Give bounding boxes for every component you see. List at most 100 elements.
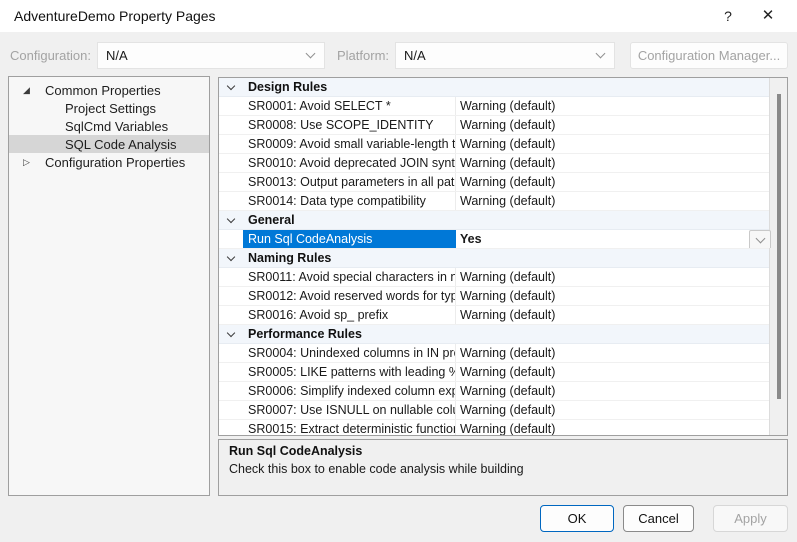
tree-item-label: Configuration Properties <box>45 155 185 170</box>
tree-expanded-icon[interactable]: ◢ <box>23 81 45 99</box>
property-name: SR0004: Unindexed columns in IN predic <box>243 344 456 362</box>
scrollbar-thumb[interactable] <box>777 94 781 399</box>
property-row-sr0011-avoid-special-characters-in-nam[interactable]: SR0011: Avoid special characters in namW… <box>219 268 771 287</box>
property-pages-dialog: AdventureDemo Property Pages ? ✕ Configu… <box>0 0 797 542</box>
property-value[interactable]: Warning (default) <box>456 344 771 362</box>
section-label: Design Rules <box>243 78 771 96</box>
property-row-run-sql-codeanalysis[interactable]: Run Sql CodeAnalysisYes <box>219 230 771 249</box>
property-value[interactable]: Warning (default) <box>456 420 771 436</box>
section-row-performance-rules[interactable]: Performance Rules <box>219 325 771 344</box>
window-title: AdventureDemo Property Pages <box>14 0 216 32</box>
property-row-sr0013-output-parameters-in-all-paths[interactable]: SR0013: Output parameters in all pathsWa… <box>219 173 771 192</box>
tree-item-label: Project Settings <box>65 101 156 116</box>
row-gutter <box>219 401 243 419</box>
property-value[interactable]: Warning (default) <box>456 287 771 305</box>
property-name: SR0011: Avoid special characters in nam <box>243 268 456 286</box>
property-name: SR0009: Avoid small variable-length typ <box>243 135 456 153</box>
description-text: Check this box to enable code analysis w… <box>229 462 777 476</box>
property-row-sr0009-avoid-small-variable-length-typ[interactable]: SR0009: Avoid small variable-length typW… <box>219 135 771 154</box>
platform-dropdown[interactable]: N/A <box>395 42 615 69</box>
section-label: General <box>243 211 771 229</box>
tree-item-configuration-properties[interactable]: ▷Configuration Properties <box>9 153 209 171</box>
chevron-down-icon <box>306 48 316 58</box>
property-value[interactable]: Warning (default) <box>456 268 771 286</box>
tree-item-sqlcmd-variables[interactable]: SqlCmd Variables <box>9 117 209 135</box>
property-value[interactable]: Warning (default) <box>456 135 771 153</box>
chevron-down-icon[interactable] <box>227 82 235 90</box>
row-gutter <box>219 116 243 134</box>
property-name: SR0012: Avoid reserved words for type n <box>243 287 456 305</box>
platform-label: Platform: <box>337 42 389 69</box>
property-name: SR0001: Avoid SELECT * <box>243 97 456 115</box>
section-row-naming-rules[interactable]: Naming Rules <box>219 249 771 268</box>
close-icon[interactable]: ✕ <box>751 0 785 32</box>
property-name: SR0007: Use ISNULL on nullable column <box>243 401 456 419</box>
ok-button[interactable]: OK <box>540 505 614 532</box>
chevron-down-icon <box>756 233 766 243</box>
property-row-sr0007-use-isnull-on-nullable-column[interactable]: SR0007: Use ISNULL on nullable columnWar… <box>219 401 771 420</box>
apply-button[interactable]: Apply <box>713 505 788 532</box>
section-gutter <box>219 325 243 343</box>
chevron-down-icon[interactable] <box>227 329 235 337</box>
property-value[interactable]: Warning (default) <box>456 154 771 172</box>
property-row-sr0015-extract-deterministic-function-ca[interactable]: SR0015: Extract deterministic function c… <box>219 420 771 436</box>
property-grid: Design RulesSR0001: Avoid SELECT *Warnin… <box>218 77 788 436</box>
platform-value: N/A <box>404 48 426 63</box>
property-name: SR0010: Avoid deprecated JOIN syntax <box>243 154 456 172</box>
tree-item-common-properties[interactable]: ◢Common Properties <box>9 81 209 99</box>
property-value[interactable]: Warning (default) <box>456 382 771 400</box>
configuration-dropdown[interactable]: N/A <box>97 42 325 69</box>
property-name: SR0014: Data type compatibility <box>243 192 456 210</box>
row-gutter <box>219 268 243 286</box>
property-value[interactable]: Warning (default) <box>456 116 771 134</box>
section-gutter <box>219 249 243 267</box>
section-label: Performance Rules <box>243 325 771 343</box>
tree-item-label: SQL Code Analysis <box>65 137 177 152</box>
configuration-label: Configuration: <box>10 42 91 69</box>
property-value[interactable]: Warning (default) <box>456 173 771 191</box>
property-row-sr0014-data-type-compatibility[interactable]: SR0014: Data type compatibilityWarning (… <box>219 192 771 211</box>
property-row-sr0010-avoid-deprecated-join-syntax[interactable]: SR0010: Avoid deprecated JOIN syntaxWarn… <box>219 154 771 173</box>
grid-rows: Design RulesSR0001: Avoid SELECT *Warnin… <box>219 78 771 436</box>
section-label: Naming Rules <box>243 249 771 267</box>
row-gutter <box>219 135 243 153</box>
property-value[interactable]: Yes <box>456 230 771 248</box>
vertical-scrollbar[interactable] <box>769 78 787 435</box>
property-value[interactable]: Warning (default) <box>456 192 771 210</box>
section-row-general[interactable]: General <box>219 211 771 230</box>
tree-item-sql-code-analysis[interactable]: SQL Code Analysis <box>9 135 209 153</box>
tree-item-project-settings[interactable]: Project Settings <box>9 99 209 117</box>
row-gutter <box>219 287 243 305</box>
property-name: SR0016: Avoid sp_ prefix <box>243 306 456 324</box>
row-gutter <box>219 97 243 115</box>
section-gutter <box>219 211 243 229</box>
configuration-manager-button[interactable]: Configuration Manager... <box>630 42 788 69</box>
property-row-sr0004-unindexed-columns-in-in-predic[interactable]: SR0004: Unindexed columns in IN predicWa… <box>219 344 771 363</box>
property-row-sr0006-simplify-indexed-column-expres[interactable]: SR0006: Simplify indexed column expresWa… <box>219 382 771 401</box>
titlebar: AdventureDemo Property Pages ? ✕ <box>0 0 797 32</box>
description-panel: Run Sql CodeAnalysis Check this box to e… <box>218 439 788 496</box>
property-value[interactable]: Warning (default) <box>456 306 771 324</box>
value-dropdown-button[interactable] <box>749 230 771 248</box>
chevron-down-icon[interactable] <box>227 215 235 223</box>
property-value[interactable]: Warning (default) <box>456 401 771 419</box>
row-gutter <box>219 192 243 210</box>
property-row-sr0005-like-patterns-with-leading[interactable]: SR0005: LIKE patterns with leading %Warn… <box>219 363 771 382</box>
row-gutter <box>219 363 243 381</box>
help-icon[interactable]: ? <box>711 0 745 32</box>
cancel-button[interactable]: Cancel <box>623 505 694 532</box>
row-gutter <box>219 154 243 172</box>
property-value[interactable]: Warning (default) <box>456 97 771 115</box>
property-row-sr0012-avoid-reserved-words-for-type-n[interactable]: SR0012: Avoid reserved words for type nW… <box>219 287 771 306</box>
property-value[interactable]: Warning (default) <box>456 363 771 381</box>
tree-collapsed-icon[interactable]: ▷ <box>23 153 45 171</box>
row-gutter <box>219 382 243 400</box>
property-name: SR0015: Extract deterministic function c… <box>243 420 456 436</box>
row-gutter <box>219 230 243 248</box>
property-row-sr0008-use-scope-identity[interactable]: SR0008: Use SCOPE_IDENTITYWarning (defau… <box>219 116 771 135</box>
property-row-sr0001-avoid-select[interactable]: SR0001: Avoid SELECT *Warning (default) <box>219 97 771 116</box>
property-row-sr0016-avoid-sp-prefix[interactable]: SR0016: Avoid sp_ prefixWarning (default… <box>219 306 771 325</box>
chevron-down-icon[interactable] <box>227 253 235 261</box>
section-row-design-rules[interactable]: Design Rules <box>219 78 771 97</box>
property-name: SR0013: Output parameters in all paths <box>243 173 456 191</box>
